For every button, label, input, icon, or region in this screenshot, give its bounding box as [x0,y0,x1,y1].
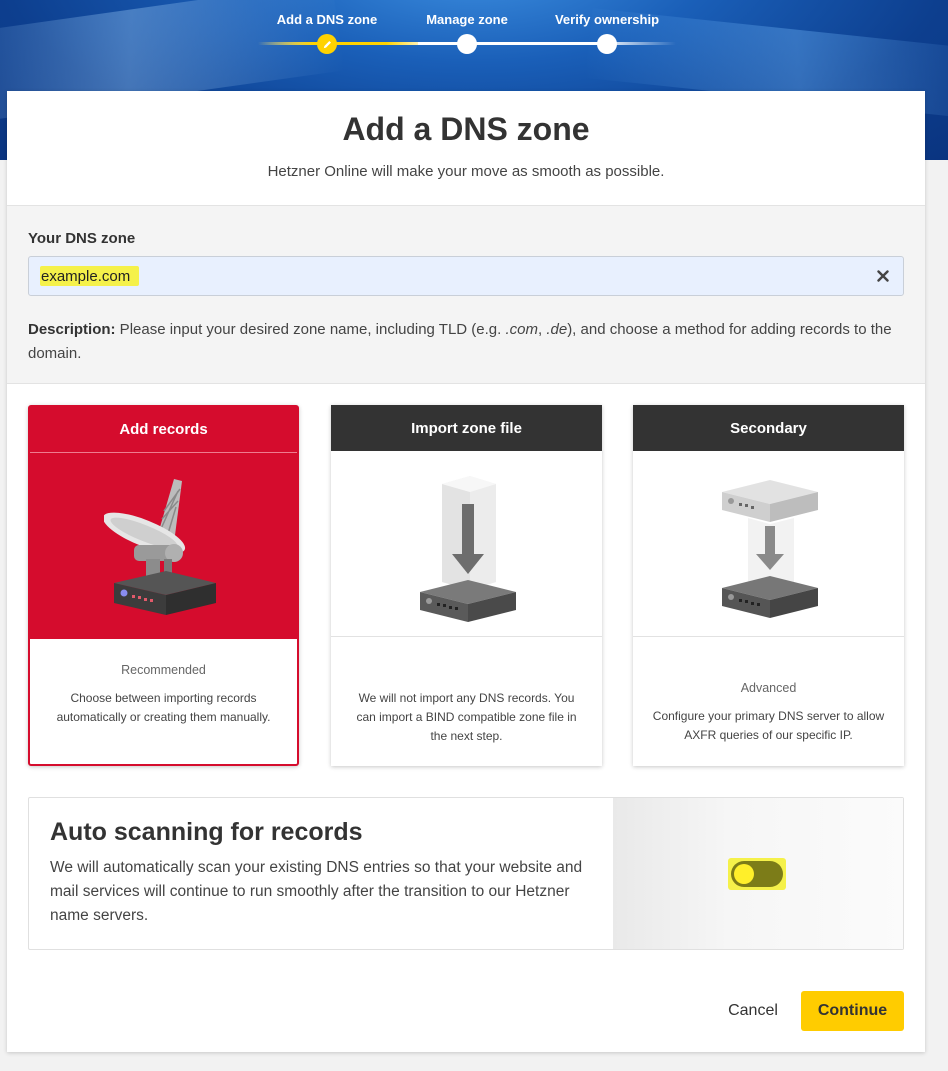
toggle-track [731,861,783,887]
satellite-dish-server-icon [103,479,216,615]
page-subtitle: Hetzner Online will make your move as sm… [267,163,665,180]
auto-scan-panel: Auto scanning for records We will automa… [28,797,904,950]
option-secondary-image [633,451,904,637]
secondary-server-icon [721,479,818,618]
option-secondary-description: Configure your primary DNS server to all… [652,709,885,742]
option-secondary-title: Secondary [633,405,904,451]
option-add-records[interactable]: Add records Recommended Choose between i… [28,405,299,766]
stepper-track-progress [258,42,418,45]
option-import-zone-file[interactable]: Import zone file We will not import any … [331,405,602,766]
step-dot-verify-ownership [597,34,617,54]
import-server-icon [419,475,516,622]
toggle-knob [734,864,754,884]
step-dot-manage-zone [457,34,477,54]
description-tld-com: .com [505,321,538,338]
pencil-icon [323,40,331,48]
option-import-zone-file-title: Import zone file [331,405,602,451]
auto-scan-title: Auto scanning for records [50,818,363,846]
zone-input-wrapper [28,256,904,296]
add-zone-card: Add a DNS zone Hetzner Online will make … [7,91,925,1052]
option-secondary[interactable]: Secondary Advanced Configure your primar… [633,405,904,766]
description-text-1: Please input your desired zone name, inc… [115,321,506,338]
zone-description: Description: Please input your desired z… [28,318,898,366]
option-add-records-tag: Recommended [121,663,206,677]
clear-input-button[interactable] [873,266,893,286]
step-label-manage-zone: Manage zone [426,12,508,27]
zone-name-input[interactable] [41,257,861,295]
option-add-records-image [30,453,297,639]
step-dot-add-zone [317,34,337,54]
description-label: Description: [28,321,116,338]
progress-stepper: Add a DNS zone Manage zone Verify owners… [0,0,948,70]
description-tld-de: .de [546,321,568,338]
option-add-records-description: Choose between importing records automat… [56,691,271,724]
zone-field-label: Your DNS zone [28,230,136,247]
cancel-button[interactable]: Cancel [717,991,789,1031]
auto-scan-description: We will automatically scan your existing… [50,859,583,924]
option-import-zone-file-description: We will not import any DNS records. You … [356,691,577,743]
auto-scan-toggle[interactable] [728,858,786,890]
step-label-verify-ownership: Verify ownership [554,12,660,27]
option-import-zone-file-image [331,451,602,637]
auto-scan-toggle-area [613,798,903,949]
option-add-records-title: Add records [30,407,297,453]
step-label-add-zone: Add a DNS zone [276,12,378,27]
continue-button[interactable]: Continue [801,991,904,1031]
page-title: Add a DNS zone [342,111,590,147]
zone-form-section: Your DNS zone Description: Please input … [7,205,925,384]
close-icon [877,270,889,282]
option-secondary-tag: Advanced [740,681,797,695]
